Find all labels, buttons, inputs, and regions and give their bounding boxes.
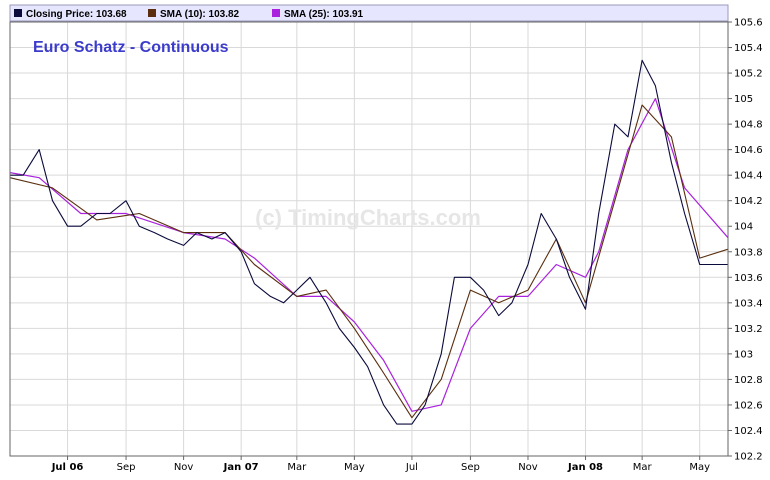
x-tick-label: Mar [287,462,307,473]
x-tick-label: Nov [174,462,194,473]
x-tick-label: May [689,462,710,473]
legend-bar: Closing Price: 103.68 SMA (10): 103.82 S… [9,4,729,22]
y-tick-label: 105.4 [734,43,763,54]
y-tick-label: 102.8 [734,375,763,386]
y-tick-label: 104 [734,222,753,233]
y-tick-label: 103.2 [734,324,763,335]
legend-swatch-price [14,9,22,17]
y-tick-label: 102.6 [734,400,763,411]
x-tick-label: May [344,462,365,473]
watermark: (c) TimingCharts.com [255,205,481,230]
x-tick-label: Jul 06 [51,462,84,473]
y-tick-label: 103 [734,349,753,360]
y-tick-label: 105.2 [734,69,763,80]
x-tick-label: Sep [117,462,136,473]
y-tick-label: 102.2 [734,452,763,463]
y-tick-label: 104.6 [734,145,763,156]
y-tick-label: 103.6 [734,273,763,284]
y-tick-label: 105 [734,94,753,105]
x-tick-label: Mar [633,462,653,473]
y-tick-label: 103.4 [734,298,763,309]
x-tick-label: Jan 07 [223,462,259,473]
x-tick-label: Jul [405,462,418,473]
legend-swatch-sma10 [148,9,156,17]
y-tick-label: 102.4 [734,426,763,437]
y-tick-label: 104.2 [734,196,763,207]
x-tick-label: Jan 08 [567,462,603,473]
legend-label-sma25: SMA (25): 103.91 [284,9,364,20]
y-tick-label: 105.6 [734,18,763,29]
y-tick-label: 103.8 [734,247,763,258]
legend-label-sma10: SMA (10): 103.82 [160,9,240,20]
y-tick-label: 104.4 [734,171,763,182]
legend-label-price: Closing Price: 103.68 [26,9,127,20]
x-tick-label: Nov [518,462,538,473]
legend-swatch-sma25 [272,9,280,17]
y-tick-label: 104.8 [734,120,763,131]
x-tick-label: Sep [461,462,480,473]
chart-title: Euro Schatz - Continuous [33,39,229,56]
price-chart: (c) TimingCharts.com Closing Price: 103.… [0,0,770,480]
